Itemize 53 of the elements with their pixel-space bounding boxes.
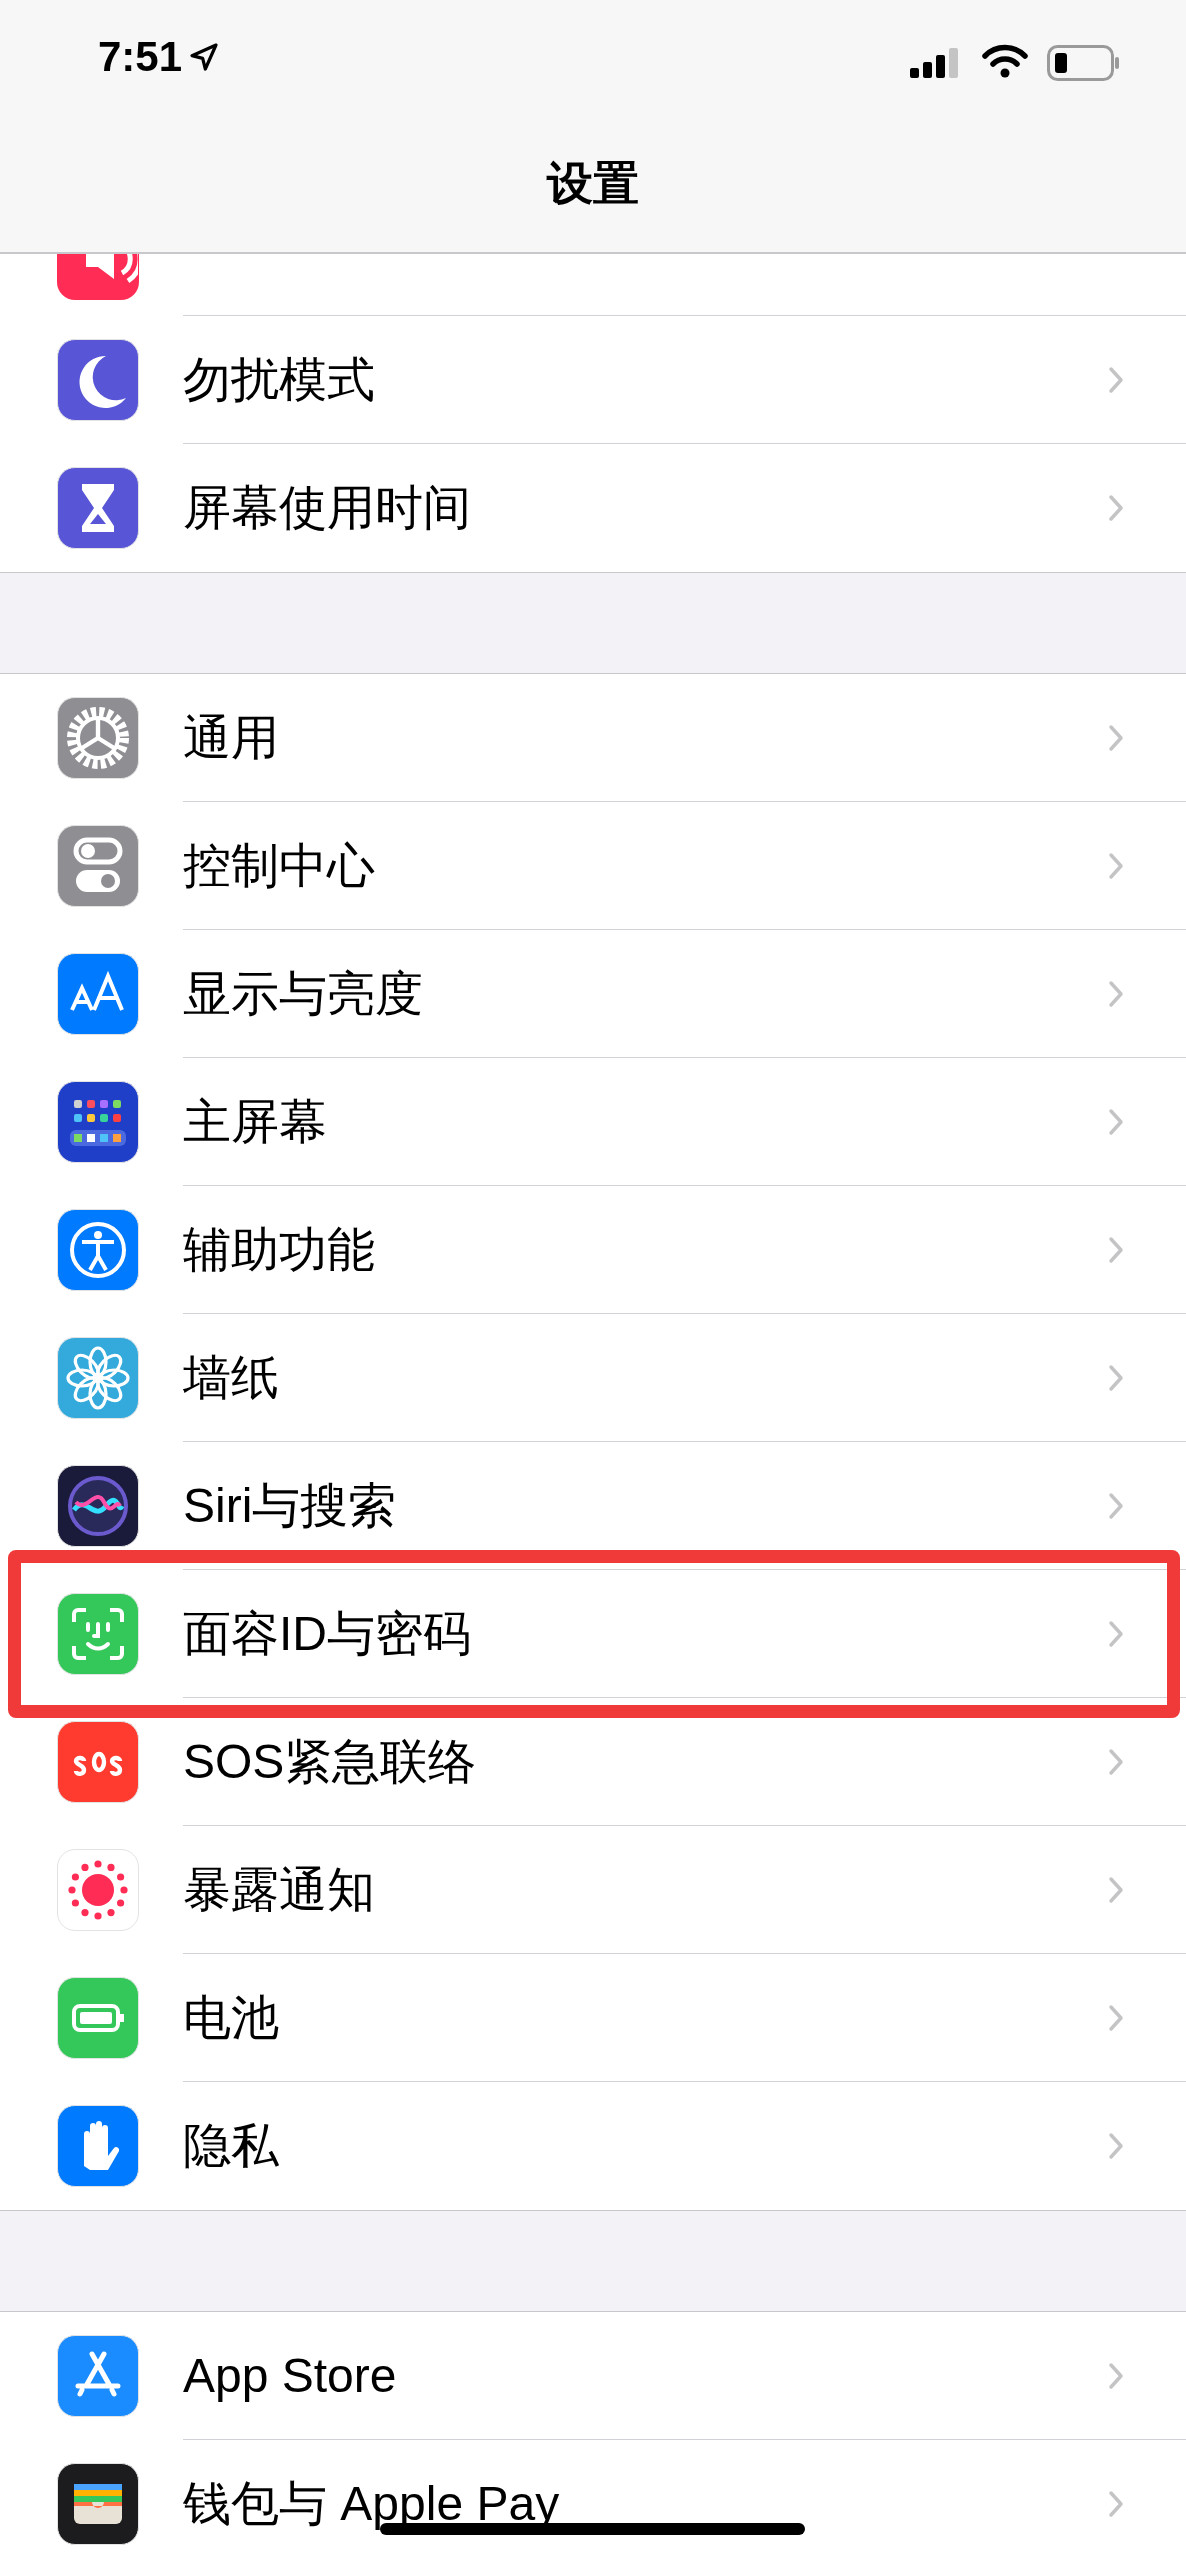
row-label: 电池 [183, 1993, 279, 2042]
row-label: 通用 [183, 713, 279, 762]
row-label: 隐私 [183, 2122, 279, 2170]
chevron-icon [1108, 851, 1124, 880]
screen-title: 设置 [545, 160, 640, 206]
chevron-icon [1108, 1491, 1124, 1520]
chevron-icon [1108, 2361, 1124, 2390]
exposure-icon [57, 1849, 139, 1931]
row-label: 显示与亮度 [183, 969, 423, 1018]
face-id-icon [57, 1593, 139, 1675]
text-size-icon [57, 953, 139, 1035]
chevron-icon [1108, 1363, 1124, 1392]
row-label: 墙纸 [183, 1353, 279, 1402]
chevron-icon [1108, 1619, 1124, 1648]
row-label: 主屏幕 [183, 1097, 327, 1146]
battery-icon [1047, 45, 1121, 81]
row-label: SOS紧急联络 [183, 1737, 477, 1786]
chevron-icon [1108, 2003, 1124, 2032]
location-arrow-icon [188, 41, 221, 73]
sos-icon [57, 1721, 139, 1803]
row-label: 屏幕使用时间 [183, 484, 471, 532]
row-label: App Store [183, 2351, 397, 2400]
row-label: Siri与搜索 [183, 1481, 397, 1530]
row-label: 钱包与 Apple Pay [183, 2480, 560, 2528]
chevron-icon [1108, 365, 1124, 394]
chevron-icon [1108, 2132, 1124, 2160]
row-label: 暴露通知 [183, 1865, 375, 1914]
row-label: 面容ID与密码 [183, 1609, 471, 1658]
wifi-icon [982, 44, 1028, 78]
gear-icon [57, 697, 139, 779]
row-label: 辅助功能 [183, 1225, 375, 1274]
status-time: 7:51 [98, 36, 183, 78]
accessibility-icon [57, 1209, 139, 1291]
toggles-icon [57, 825, 139, 907]
chevron-icon [1108, 979, 1124, 1008]
flower-icon [57, 1337, 139, 1419]
row-label: 控制中心 [183, 841, 375, 890]
chevron-icon [1108, 1107, 1124, 1136]
hourglass-icon [57, 467, 139, 549]
battery-icon [57, 1977, 139, 2059]
chevron-icon [1108, 494, 1124, 522]
row-label: 勿扰模式 [183, 355, 375, 404]
home-screen-icon [57, 1081, 139, 1163]
chevron-icon [1108, 723, 1124, 752]
moon-icon [57, 339, 139, 421]
siri-orb-icon [57, 1465, 139, 1547]
hand-icon [57, 2105, 139, 2187]
chevron-icon [1108, 1747, 1124, 1776]
chevron-icon [1108, 2490, 1124, 2518]
app-store-icon [57, 2335, 139, 2417]
chevron-icon [1108, 1875, 1124, 1904]
wallet-icon [57, 2463, 139, 2545]
chevron-icon [1108, 1235, 1124, 1264]
